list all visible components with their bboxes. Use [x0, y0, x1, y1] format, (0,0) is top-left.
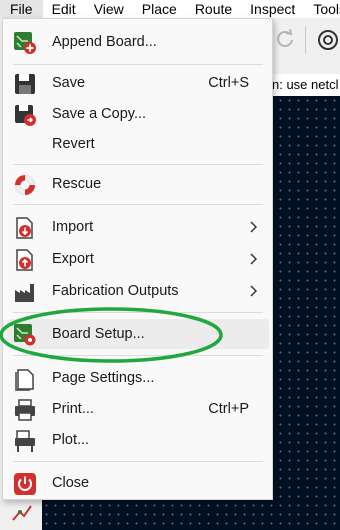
redo-icon[interactable]: [274, 28, 296, 50]
menu-item-label: Board Setup...: [52, 326, 145, 342]
menu-separator: [13, 204, 263, 205]
menu-file[interactable]: File: [0, 0, 43, 18]
menu-item-label: Append Board...: [52, 34, 157, 50]
toolbar-separator: [305, 26, 306, 54]
menu-separator: [13, 461, 263, 462]
menu-view[interactable]: View: [85, 0, 133, 18]
file-menu-dropdown: Append Board... Save Ctrl+S Save a Copy.…: [2, 18, 273, 500]
menu-item-export[interactable]: Export: [7, 244, 269, 274]
menu-item-rescue[interactable]: Rescue: [7, 169, 269, 199]
menu-place[interactable]: Place: [133, 0, 186, 18]
save-copy-icon: [15, 105, 36, 126]
menu-bar: File Edit View Place Route Inspect Tools: [0, 0, 340, 18]
chevron-right-icon: [250, 253, 258, 265]
route-tool-icon[interactable]: [10, 500, 34, 524]
menu-edit[interactable]: Edit: [43, 0, 85, 18]
menu-item-shortcut: Ctrl+S: [208, 75, 249, 91]
menu-item-label: Import: [52, 219, 94, 235]
menu-item-save-copy[interactable]: Save a Copy...: [7, 99, 269, 129]
chevron-right-icon: [250, 221, 258, 233]
menu-item-shortcut: Ctrl+P: [208, 401, 249, 417]
menu-item-board-setup[interactable]: Board Setup...: [7, 319, 269, 349]
menu-separator: [13, 312, 263, 313]
plotter-icon: [15, 430, 35, 452]
menu-item-label: Close: [52, 475, 90, 491]
menu-item-close[interactable]: Close: [7, 468, 269, 498]
save-icon: [15, 74, 35, 94]
page-settings-icon: [15, 369, 34, 391]
menu-item-label: Plot...: [52, 432, 90, 448]
menu-item-save[interactable]: Save Ctrl+S: [7, 68, 269, 98]
menu-item-label: Rescue: [52, 176, 102, 192]
menu-item-label: Export: [52, 251, 94, 267]
menu-tools[interactable]: Tools: [304, 0, 340, 18]
menu-inspect[interactable]: Inspect: [241, 0, 304, 18]
menu-separator: [13, 64, 263, 65]
printer-icon: [15, 399, 35, 421]
at-search-icon[interactable]: [316, 28, 340, 52]
menu-item-revert[interactable]: Revert: [7, 129, 269, 159]
menu-item-plot[interactable]: Plot...: [7, 425, 269, 455]
menu-item-label: Page Settings...: [52, 370, 155, 386]
menu-item-import[interactable]: Import: [7, 212, 269, 242]
board-setup-icon: [14, 324, 36, 346]
power-icon: [14, 473, 36, 495]
hint-bar: n: use netcl: [270, 74, 340, 96]
menu-item-label: Fabrication Outputs: [52, 283, 179, 299]
chevron-right-icon: [250, 285, 258, 297]
menu-item-label: Save: [52, 75, 86, 91]
menu-item-print[interactable]: Print... Ctrl+P: [7, 394, 269, 424]
menu-separator: [13, 355, 263, 356]
fabrication-icon: [15, 284, 34, 302]
menu-item-label: Save a Copy...: [52, 106, 147, 122]
menu-item-label: Revert: [52, 136, 95, 152]
import-icon: [16, 217, 33, 239]
menu-item-append-board[interactable]: Append Board...: [7, 27, 269, 57]
append-board-icon: [14, 32, 36, 54]
export-icon: [16, 249, 33, 271]
menu-separator: [13, 164, 263, 165]
menu-item-fabrication-outputs[interactable]: Fabrication Outputs: [7, 276, 269, 306]
menu-item-page-settings[interactable]: Page Settings...: [7, 363, 269, 393]
menu-item-label: Print...: [52, 401, 94, 417]
menu-route[interactable]: Route: [186, 0, 241, 18]
rescue-icon: [15, 175, 35, 195]
